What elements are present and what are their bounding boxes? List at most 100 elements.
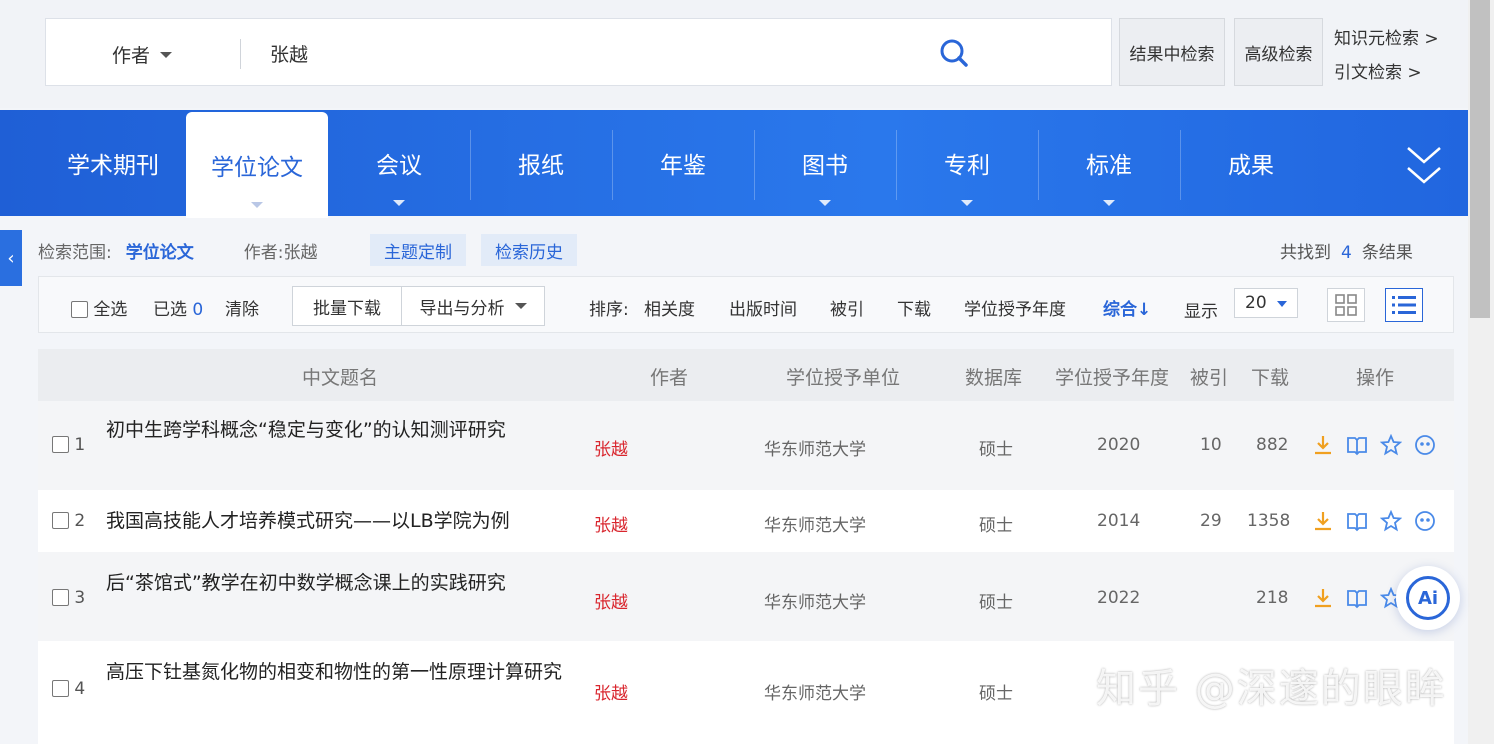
row-number: 4 (74, 679, 86, 699)
sort-downloads[interactable]: 下载 (897, 295, 931, 320)
author-link[interactable]: 张越 (594, 511, 628, 536)
found-count: 4 (1341, 243, 1352, 263)
found-suffix: 条结果 (1361, 243, 1413, 263)
tab-achievements[interactable]: 成果 (1180, 110, 1322, 216)
sort-publish-time[interactable]: 出版时间 (729, 295, 797, 320)
database: 硕士 (979, 440, 1013, 460)
download-icon[interactable] (1312, 434, 1334, 456)
table-header: 中文题名 作者 学位授予单位 数据库 学位授予年度 被引 下载 操作 (38, 349, 1454, 401)
read-online-icon[interactable] (1346, 510, 1368, 532)
result-title-link[interactable]: 初中生跨学科概念“稳定与变化”的认知测评研究 (106, 415, 576, 445)
result-title-link[interactable]: 高压下钍基氮化物的相变和物性的第一性原理计算研究 (106, 657, 576, 687)
download-count: 1358 (1247, 511, 1291, 531)
checkbox[interactable] (52, 436, 69, 453)
sort-relevance[interactable]: 相关度 (644, 295, 695, 320)
row-select[interactable]: 3 (52, 588, 85, 608)
degree-year: 2020 (1097, 435, 1141, 455)
grid-view-button[interactable] (1327, 288, 1365, 322)
sort-comprehensive[interactable]: 综合↓ (1103, 295, 1151, 320)
page-size-select[interactable]: 20 (1234, 288, 1298, 318)
search-field-select[interactable]: 作者 (112, 41, 173, 68)
column-title: 中文题名 (302, 367, 379, 389)
topic-custom-button[interactable]: 主题定制 (370, 234, 466, 266)
search-icon[interactable] (938, 37, 970, 69)
ai-badge-label: Ai (1406, 576, 1450, 620)
search-scope: 检索范围: 学位论文 作者:张越 (38, 234, 317, 266)
quote-icon[interactable] (1414, 434, 1436, 456)
clear-button[interactable]: 清除 (225, 295, 259, 320)
row-number: 2 (74, 511, 86, 531)
sort-cited[interactable]: 被引 (830, 295, 864, 320)
quote-icon[interactable] (1414, 510, 1436, 532)
search-input[interactable]: 张越 (270, 40, 308, 67)
tab-label: 专利 (944, 153, 990, 179)
results-toolbar: 全选 已选 0 清除 批量下载 导出与分析 排序: 相关度 出版时间 被引 下载… (38, 276, 1454, 333)
sort-label: 排序: (589, 300, 629, 320)
caret-down-icon (514, 303, 527, 309)
search-field-label: 作者 (112, 45, 151, 67)
degree-unit[interactable]: 华东师范大学 (764, 435, 866, 460)
tab-label: 标准 (1086, 153, 1132, 179)
batch-download-button[interactable]: 批量下载 (292, 286, 402, 326)
selected-count: 已选 0 (153, 295, 203, 320)
download-count: 218 (1256, 588, 1289, 608)
checkbox[interactable] (71, 301, 88, 318)
tab-newspapers[interactable]: 报纸 (470, 110, 612, 216)
database: 硕士 (979, 516, 1013, 536)
search-box: 作者 张越 (45, 18, 1112, 86)
degree-unit[interactable]: 华东师范大学 (764, 511, 866, 536)
tab-books[interactable]: 图书 (754, 110, 896, 216)
row-select[interactable]: 1 (52, 435, 85, 455)
table-row: 3 后“茶馆式”教学在初中数学概念课上的实践研究 张越 华东师范大学 硕士 20… (38, 552, 1454, 641)
row-number: 1 (74, 435, 86, 455)
tab-label: 年鉴 (660, 153, 706, 179)
tab-label: 成果 (1228, 153, 1274, 179)
scrollbar-thumb[interactable] (1470, 0, 1490, 318)
download-icon[interactable] (1312, 587, 1334, 609)
knowledge-search-link[interactable]: 知识元检索 > (1334, 24, 1439, 49)
search-in-results-button[interactable]: 结果中检索 (1119, 18, 1225, 86)
tab-standards[interactable]: 标准 (1038, 110, 1180, 216)
select-all-checkbox[interactable]: 全选 (71, 295, 127, 320)
advanced-search-button[interactable]: 高级检索 (1234, 18, 1323, 86)
checkbox[interactable] (52, 680, 69, 697)
search-header: 作者 张越 结果中检索 高级检索 知识元检索 > 引文检索 > (0, 0, 1468, 108)
tab-label: 图书 (802, 153, 848, 179)
favorite-star-icon[interactable] (1380, 510, 1402, 532)
checkbox[interactable] (52, 589, 69, 606)
citation-search-link[interactable]: 引文检索 > (1334, 58, 1422, 83)
export-analysis-button[interactable]: 导出与分析 (401, 286, 545, 326)
tab-conferences[interactable]: 会议 (328, 110, 470, 216)
result-title-link[interactable]: 后“茶馆式”教学在初中数学概念课上的实践研究 (106, 568, 576, 598)
row-select[interactable]: 4 (52, 679, 85, 699)
tab-patents[interactable]: 专利 (896, 110, 1038, 216)
row-select[interactable]: 2 (52, 511, 85, 531)
scope-label: 检索范围: (38, 242, 112, 263)
chevron-down-icon (1103, 200, 1115, 206)
download-icon[interactable] (1312, 510, 1334, 532)
read-online-icon[interactable] (1346, 587, 1368, 609)
degree-unit[interactable]: 华东师范大学 (764, 679, 866, 704)
selected-label: 已选 (153, 300, 187, 320)
sort-degree-year[interactable]: 学位授予年度 (964, 295, 1066, 320)
tab-yearbooks[interactable]: 年鉴 (612, 110, 754, 216)
sidebar-toggle[interactable]: ‹ (0, 230, 22, 286)
author-link[interactable]: 张越 (594, 435, 628, 460)
search-history-button[interactable]: 检索历史 (481, 234, 577, 266)
tab-dissertations[interactable]: 学位论文 (186, 112, 328, 218)
degree-unit[interactable]: 华东师范大学 (764, 588, 866, 613)
author-link[interactable]: 张越 (594, 588, 628, 613)
ai-assistant-button[interactable]: Ai (1396, 566, 1460, 630)
tab-journals[interactable]: 学术期刊 (42, 110, 184, 216)
expand-more-icon[interactable] (1404, 144, 1444, 188)
degree-year: 2022 (1097, 588, 1141, 608)
result-title-link[interactable]: 我国高技能人才培养模式研究——以LB学院为例 (106, 506, 586, 536)
checkbox[interactable] (52, 512, 69, 529)
resource-tabs: 学术期刊 学位论文 会议 报纸 年鉴 图书 专利 标准 成果 (0, 110, 1468, 218)
selected-number: 0 (192, 300, 204, 320)
list-view-button[interactable] (1385, 288, 1423, 322)
author-link[interactable]: 张越 (594, 679, 628, 704)
list-icon (1392, 296, 1416, 314)
read-online-icon[interactable] (1346, 434, 1368, 456)
favorite-star-icon[interactable] (1380, 434, 1402, 456)
